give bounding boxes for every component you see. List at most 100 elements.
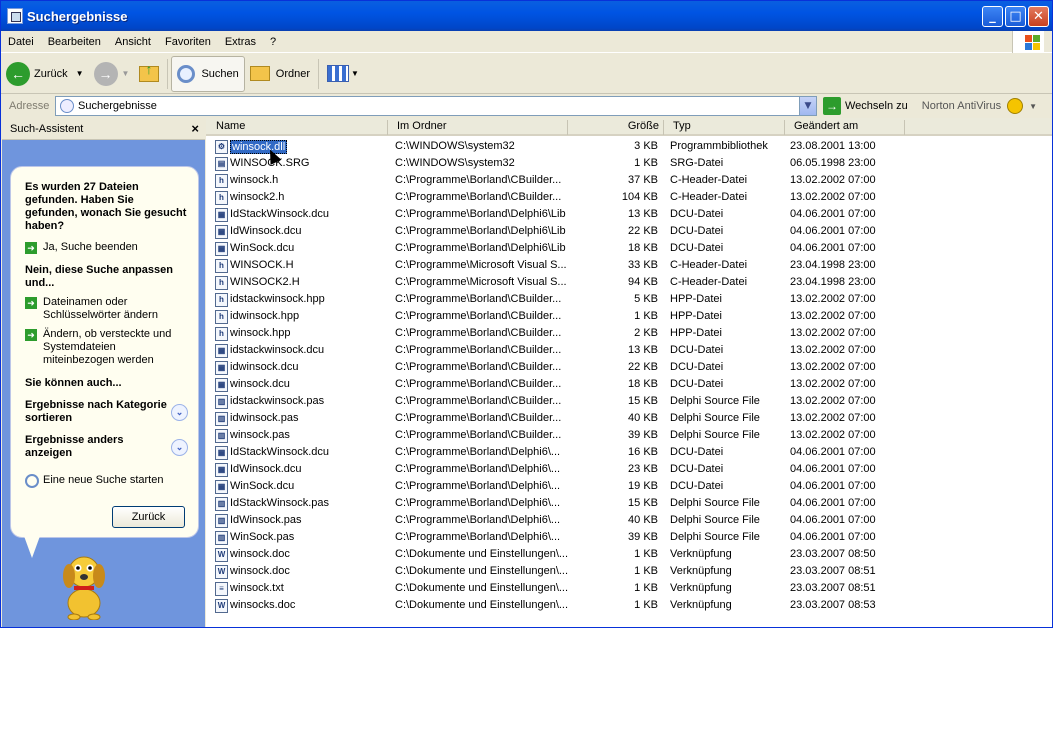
column-name[interactable]: Name (216, 120, 245, 135)
close-button[interactable]: ✕ (1028, 6, 1049, 27)
address-dropdown-icon[interactable]: ▼ (799, 97, 816, 115)
menu-help[interactable]: ? (263, 36, 283, 48)
title-bar[interactable]: Suchergebnisse _ □ ✕ (1, 1, 1052, 31)
dcu-file-icon: ▦ (215, 378, 228, 392)
file-size: 1 KB (634, 548, 658, 560)
file-size: 15 KB (628, 497, 658, 509)
pas-file-icon: ▥ (215, 395, 228, 409)
table-row[interactable]: ▦ WinSock.dcu C:\Programme\Borland\Delphi6… (206, 240, 1052, 257)
search-button[interactable]: Suchen (171, 55, 245, 92)
menu-favoriten[interactable]: Favoriten (158, 36, 218, 48)
view-results-link[interactable]: Ergebnisse anders anzeigen ⌄ (25, 434, 188, 460)
table-row[interactable]: h idwinsock.hpp C:\Programme\Borland\CBuil… (206, 308, 1052, 325)
column-changed[interactable]: Geändert am (784, 120, 904, 135)
table-row[interactable]: ▤ WINSOCK.SRG C:\WINDOWS\system32 1 KB SRG-D… (206, 155, 1052, 172)
hidden-files-link[interactable]: ➜ Ändern, ob versteckte und Systemdateie… (25, 328, 188, 367)
table-row[interactable]: h winsock2.h C:\Programme\Borland\CBuilder… (206, 189, 1052, 206)
file-date: 13.02.2002 07:00 (790, 344, 876, 356)
new-search-link[interactable]: Eine neue Suche starten (25, 474, 188, 488)
table-row[interactable]: ▥ idstackwinsock.pas C:\Programme\Borland\… (206, 393, 1052, 410)
file-size: 2 KB (634, 327, 658, 339)
table-row[interactable]: ▥ WinSock.pas C:\Programme\Borland\Delphi6… (206, 529, 1052, 546)
h-file-icon: h (215, 327, 228, 341)
chevron-down-icon: ⌄ (171, 438, 188, 456)
file-name: winsock.txt (230, 582, 284, 594)
up-folder-icon: ↑ (139, 61, 160, 82)
forward-button[interactable]: → ▼ (89, 56, 135, 92)
forward-dropdown-icon[interactable]: ▼ (122, 69, 130, 78)
table-row[interactable]: ▦ IdWinsock.dcu C:\Programme\Borland\Delph… (206, 223, 1052, 240)
file-folder: C:\Dokumente und Einstellungen\... (395, 565, 569, 577)
address-field[interactable]: Suchergebnisse ▼ (55, 96, 817, 116)
table-row[interactable]: ▦ IdStackWinsock.dcu C:\Programme\Borland\… (206, 444, 1052, 461)
assistant-close-icon[interactable]: × (191, 121, 199, 136)
change-filename-link[interactable]: ➜ Dateinamen oder Schlüsselwörter ändern (25, 296, 188, 322)
norton-antivirus-button[interactable]: Norton AntiVirus ▼ (922, 98, 1037, 114)
back-dropdown-icon[interactable]: ▼ (76, 69, 84, 78)
file-name: idstackwinsock.dcu (230, 344, 325, 356)
table-row[interactable]: ▦ idwinsock.dcu C:\Programme\Borland\CBuil… (206, 359, 1052, 376)
search-label: Suchen (201, 67, 239, 80)
file-folder: C:\Programme\Borland\CBuilder... (395, 412, 562, 424)
column-size[interactable]: Größe (567, 120, 663, 135)
assistant-back-button[interactable]: Zurück (112, 506, 185, 528)
table-row[interactable]: ≡ winsock.txt C:\Dokumente und Einstellung… (206, 580, 1052, 597)
file-type: Verknüpfung (670, 565, 732, 577)
stop-search-link[interactable]: ➜ Ja, Suche beenden (25, 241, 188, 254)
table-row[interactable]: ▦ IdStackWinsock.dcu C:\Programme\Borland\… (206, 206, 1052, 223)
table-row[interactable]: h winsock.h C:\Programme\Borland\CBuilder.… (206, 172, 1052, 189)
sort-results-link[interactable]: Ergebnisse nach Kategorie sortieren ⌄ (25, 399, 188, 425)
table-row[interactable]: h WINSOCK.H C:\Programme\Microsoft Visual … (206, 257, 1052, 274)
table-row[interactable]: ▥ idwinsock.pas C:\Programme\Borland\CBuil… (206, 410, 1052, 427)
file-type: DCU-Datei (670, 480, 724, 492)
file-date: 23.04.1998 23:00 (790, 276, 876, 288)
table-row[interactable]: h WINSOCK2.H C:\Programme\Microsoft Visual… (206, 274, 1052, 291)
menu-ansicht[interactable]: Ansicht (108, 36, 158, 48)
table-row[interactable]: ▦ IdWinsock.dcu C:\Programme\Borland\Delph… (206, 461, 1052, 478)
file-size: 18 KB (628, 378, 658, 390)
file-size: 1 KB (634, 310, 658, 322)
go-button[interactable]: → Wechseln zu (823, 97, 908, 115)
table-row[interactable]: Wwinsock.doc C:\Dokumente und Einstellung… (206, 563, 1052, 580)
menu-bearbeiten[interactable]: Bearbeiten (41, 36, 108, 48)
column-type[interactable]: Typ (663, 120, 784, 135)
table-row[interactable]: ▦ WinSock.dcu C:\Programme\Borland\Delphi6… (206, 478, 1052, 495)
minimize-button[interactable]: _ (982, 6, 1003, 27)
file-date: 13.02.2002 07:00 (790, 361, 876, 373)
menu-datei[interactable]: Datei (1, 36, 41, 48)
file-name: WinSock.pas (230, 531, 295, 543)
search-assistant-header: Such-Assistent × (2, 118, 205, 140)
pas-file-icon: ▥ (215, 429, 228, 443)
file-size: 13 KB (628, 208, 658, 220)
file-type: DCU-Datei (670, 378, 724, 390)
file-date: 04.06.2001 07:00 (790, 497, 876, 509)
table-row[interactable]: h idstackwinsock.hpp C:\Programme\Borland\… (206, 291, 1052, 308)
back-button[interactable]: ← Zurück ▼ (1, 56, 89, 92)
table-row[interactable]: ▥ IdWinsock.pas C:\Programme\Borland\Delph… (206, 512, 1052, 529)
table-row[interactable]: ▦ idstackwinsock.dcu C:\Programme\Borland\… (206, 342, 1052, 359)
table-row[interactable]: ⚙ winsock.dll C:\WINDOWS\system32 3 KB Progr… (206, 138, 1052, 155)
doc-file-icon: W (215, 565, 228, 579)
maximize-button[interactable]: □ (1005, 6, 1026, 27)
norton-icon (1007, 98, 1024, 114)
file-name: winsocks.doc (230, 599, 296, 611)
file-size: 37 KB (628, 174, 658, 186)
views-button[interactable]: ▼ (322, 56, 364, 92)
folders-button[interactable]: Ordner (245, 56, 315, 92)
table-row[interactable]: ▥ IdStackWinsock.pas C:\Programme\Borland\… (206, 495, 1052, 512)
table-row[interactable]: ▥ winsock.pas C:\Programme\Borland\CBuilde… (206, 427, 1052, 444)
column-folder[interactable]: Im Ordner (387, 120, 567, 135)
up-folder-button[interactable]: ↑ (134, 56, 164, 92)
file-type: Verknüpfung (670, 599, 732, 611)
table-row[interactable]: h winsock.hpp C:\Programme\Borland\CBuilde… (206, 325, 1052, 342)
dcu-file-icon: ▦ (215, 242, 228, 256)
menu-extras[interactable]: Extras (218, 36, 263, 48)
file-date: 04.06.2001 07:00 (790, 242, 876, 254)
table-row[interactable]: Wwinsock.doc C:\Dokumente und Einstellung… (206, 546, 1052, 563)
search-results-icon (60, 99, 74, 113)
file-name: winsock.pas (230, 429, 290, 441)
table-row[interactable]: ▦ winsock.dcu C:\Programme\Borland\CBuilde… (206, 376, 1052, 393)
file-type: C-Header-Datei (670, 191, 748, 203)
file-size: 39 KB (628, 429, 658, 441)
table-row[interactable]: Wwinsocks.doc C:\Dokumente und Einstellun… (206, 597, 1052, 614)
